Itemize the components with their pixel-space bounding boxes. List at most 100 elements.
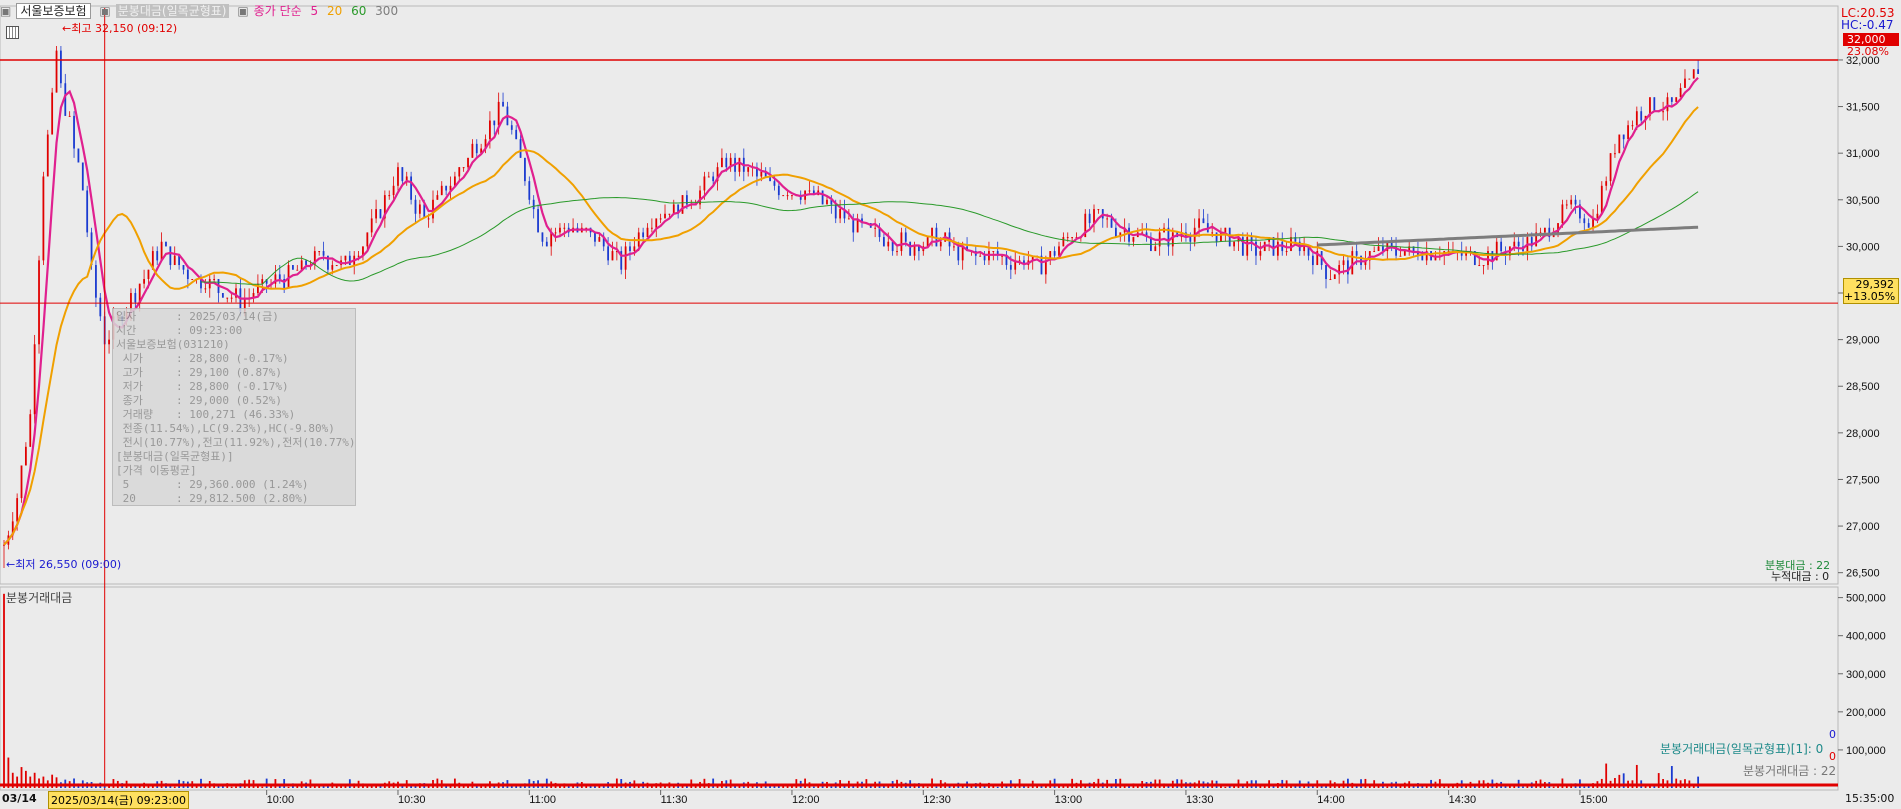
ma-5-label[interactable]: 5 bbox=[310, 4, 318, 18]
hover-row-value: : 09:23:00 bbox=[176, 324, 243, 337]
hover-row: 거래량: 100,271 (46.33%) bbox=[116, 408, 355, 422]
volume-bar bbox=[287, 786, 290, 788]
candle-body bbox=[939, 241, 942, 247]
candle-body bbox=[1325, 265, 1327, 280]
candle-body bbox=[1543, 227, 1546, 233]
candle-body bbox=[1614, 153, 1616, 155]
candle-body bbox=[108, 339, 110, 345]
candle-body bbox=[594, 232, 596, 242]
candle-body bbox=[979, 255, 982, 257]
candle-body bbox=[834, 204, 837, 219]
candle-body bbox=[169, 246, 172, 266]
hover-row-key: 거래량 bbox=[116, 408, 153, 421]
candle-body bbox=[1570, 199, 1573, 205]
hover-row-key: 전시(10.77%),전고(11.92%),전저(10.77%) bbox=[116, 436, 356, 449]
candle-body bbox=[462, 167, 465, 169]
hover-row-key: 전종(11.54%),LC(9.23%),HC(-9.80%) bbox=[116, 422, 335, 435]
candle-body bbox=[773, 181, 776, 186]
time-tick-label: 14:30 bbox=[1449, 794, 1477, 805]
hover-row-value: : 2025/03/14(금) bbox=[176, 310, 279, 323]
volume-bar bbox=[804, 778, 806, 788]
candle-body bbox=[42, 176, 45, 261]
ma-60-label[interactable]: 60 bbox=[351, 4, 366, 18]
volume-bar bbox=[935, 786, 938, 788]
volume-bar bbox=[7, 757, 10, 788]
box-icon[interactable]: ▣ bbox=[99, 4, 110, 18]
indicator-name[interactable]: 분봉대금(일목균형표) bbox=[115, 4, 229, 18]
ma-label[interactable]: 종가 단순 bbox=[254, 4, 302, 18]
candle-body bbox=[896, 251, 898, 253]
hover-row-value: : 29,812.500 (2.80%) bbox=[176, 492, 309, 505]
candle-body bbox=[721, 157, 723, 168]
ma-300-label[interactable]: 300 bbox=[375, 4, 398, 18]
hover-row-value: : 29,000 (0.52%) bbox=[176, 394, 282, 407]
box-icon[interactable]: ▣ bbox=[0, 4, 11, 18]
x-date-label: 03/14 bbox=[2, 792, 37, 805]
candle-body bbox=[278, 274, 281, 280]
candle-body bbox=[165, 241, 167, 247]
price-tick-label: 26,500 bbox=[1846, 568, 1880, 580]
candle-body bbox=[957, 246, 960, 261]
candle-body bbox=[1675, 97, 1678, 102]
candle-body bbox=[1114, 227, 1117, 238]
candle-body bbox=[1583, 218, 1586, 224]
cursor-price-badge: 29,392 +13.05% bbox=[1843, 278, 1899, 304]
hover-row: 시가: 28,800 (-0.17%) bbox=[116, 352, 355, 366]
price-tick-label: 28,500 bbox=[1846, 381, 1880, 393]
candle-body bbox=[563, 227, 566, 229]
volume-bar bbox=[926, 786, 929, 788]
candle-body bbox=[475, 143, 478, 154]
candle-body bbox=[1009, 265, 1012, 270]
volume-bar bbox=[1600, 778, 1603, 788]
hover-row: 20: 29,812.500 (2.80%) bbox=[116, 492, 355, 506]
hover-row-key: 저가 bbox=[116, 380, 143, 393]
candle-body bbox=[821, 190, 824, 205]
volume-bar bbox=[1224, 786, 1227, 788]
volume-bar bbox=[3, 593, 5, 788]
box-icon[interactable]: ▣ bbox=[237, 4, 248, 18]
candle-body bbox=[791, 195, 793, 197]
volume-bar bbox=[545, 778, 548, 788]
candle-body bbox=[1688, 78, 1691, 80]
grid-icon[interactable] bbox=[6, 26, 19, 39]
volume-panel-bg bbox=[0, 586, 1839, 791]
candle-body bbox=[598, 237, 601, 242]
candle-body bbox=[51, 92, 54, 135]
time-tick-label: 11:00 bbox=[529, 794, 556, 805]
stock-name[interactable]: 서울보증보험 bbox=[16, 3, 91, 19]
price-tick-label: 31,000 bbox=[1846, 148, 1880, 160]
candle-body bbox=[646, 227, 649, 238]
candle-body bbox=[370, 218, 373, 233]
candle-body bbox=[1662, 111, 1664, 113]
volume-bar bbox=[1071, 778, 1074, 788]
candle-body bbox=[1333, 274, 1336, 280]
hover-row: 고가: 29,100 (0.87%) bbox=[116, 366, 355, 380]
candle-body bbox=[1110, 218, 1113, 228]
hover-row-key: 종가 bbox=[116, 394, 143, 407]
volume-bar bbox=[38, 778, 40, 788]
volume-bar bbox=[1027, 786, 1030, 788]
candle-body bbox=[532, 199, 535, 210]
time-tick-label: 11:30 bbox=[661, 794, 688, 805]
candle-body bbox=[226, 297, 229, 299]
candle-body bbox=[436, 195, 439, 200]
candle-body bbox=[1062, 237, 1065, 247]
candle-body bbox=[1478, 265, 1481, 267]
candle-body bbox=[1233, 241, 1235, 247]
candle-body bbox=[707, 176, 710, 178]
candle-body bbox=[1154, 246, 1157, 252]
time-tick-label: 14:00 bbox=[1317, 794, 1345, 805]
vol-legend-2: 분봉거래대금 : 22 bbox=[1743, 764, 1837, 778]
candle-body bbox=[1224, 227, 1227, 233]
time-tick-label: 13:30 bbox=[1186, 794, 1214, 805]
vol-legend-1: 분봉거래대금(일목균형표)[1]: 0 bbox=[1660, 742, 1824, 756]
hover-row-value: : 28,800 (-0.17%) bbox=[176, 352, 289, 365]
ma-20-label[interactable]: 20 bbox=[327, 4, 342, 18]
candle-body bbox=[1342, 260, 1345, 266]
candle-body bbox=[541, 232, 544, 242]
candle-body bbox=[24, 446, 27, 466]
volume-bar bbox=[1044, 786, 1047, 788]
candle-body bbox=[1285, 251, 1288, 253]
volume-bar bbox=[1136, 786, 1139, 788]
hover-row: [분봉대금(일목균형표)] bbox=[116, 450, 355, 464]
